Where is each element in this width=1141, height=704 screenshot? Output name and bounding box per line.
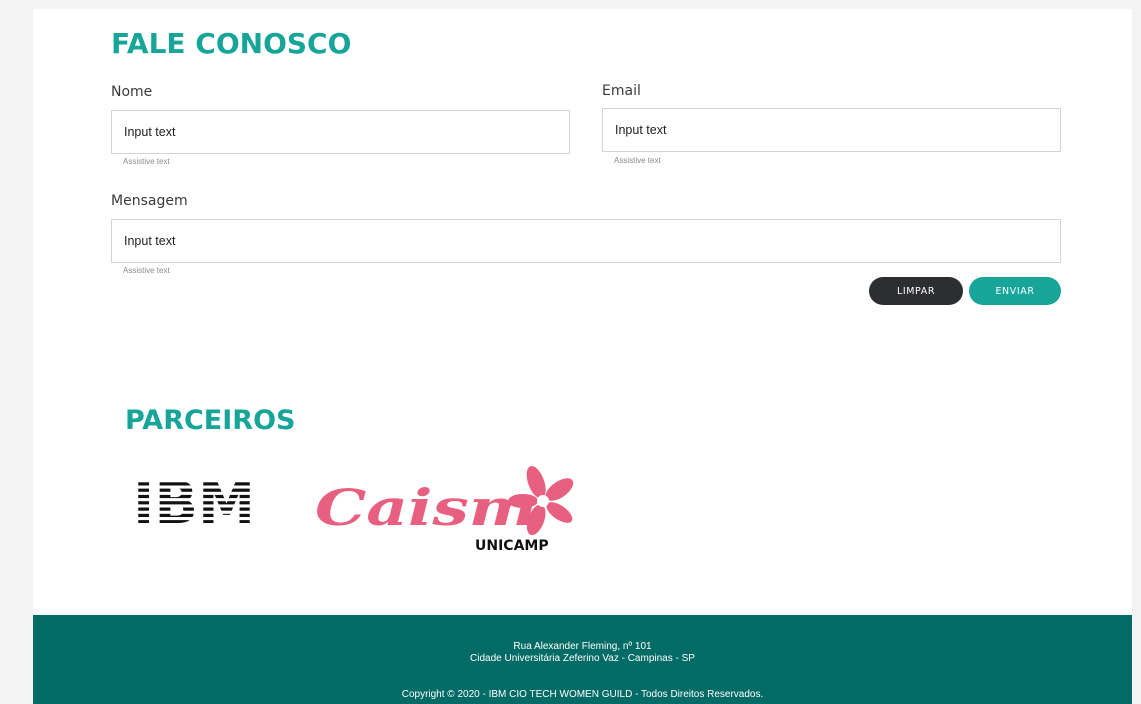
email-label: Email (602, 83, 641, 99)
name-helper-text: Assistive text (123, 157, 170, 166)
name-input[interactable] (111, 110, 570, 154)
contact-section-title: FALE CONOSCO (111, 27, 352, 60)
message-label: Mensagem (111, 193, 188, 209)
footer-address-line1: Rua Alexander Fleming, nº 101 (513, 641, 652, 652)
email-input[interactable] (602, 108, 1061, 152)
message-helper-text: Assistive text (123, 266, 170, 275)
footer-address-line2: Cidade Universitária Zeferino Vaz - Camp… (470, 653, 695, 664)
ibm-logo: IBM (133, 475, 255, 525)
caism-unicamp-logo: Caism UNICAMP (315, 465, 574, 553)
unicamp-text: UNICAMP (475, 538, 549, 553)
footer: Rua Alexander Fleming, nº 101 Cidade Uni… (33, 615, 1132, 704)
ibm-logo-text: IBM (133, 475, 255, 525)
send-button[interactable]: ENVIAR (969, 277, 1061, 305)
footer-copyright: Copyright © 2020 - IBM CIO TECH WOMEN GU… (401, 689, 764, 700)
email-helper-text: Assistive text (614, 156, 661, 165)
clear-button[interactable]: LIMPAR (869, 277, 963, 305)
partners-section-title: PARCEIROS (125, 405, 296, 436)
caism-logo-text: Caism (315, 478, 537, 537)
name-label: Nome (111, 84, 153, 100)
message-input[interactable] (111, 219, 1061, 263)
page-container: FALE CONOSCO Nome Assistive text Email A… (33, 9, 1132, 704)
